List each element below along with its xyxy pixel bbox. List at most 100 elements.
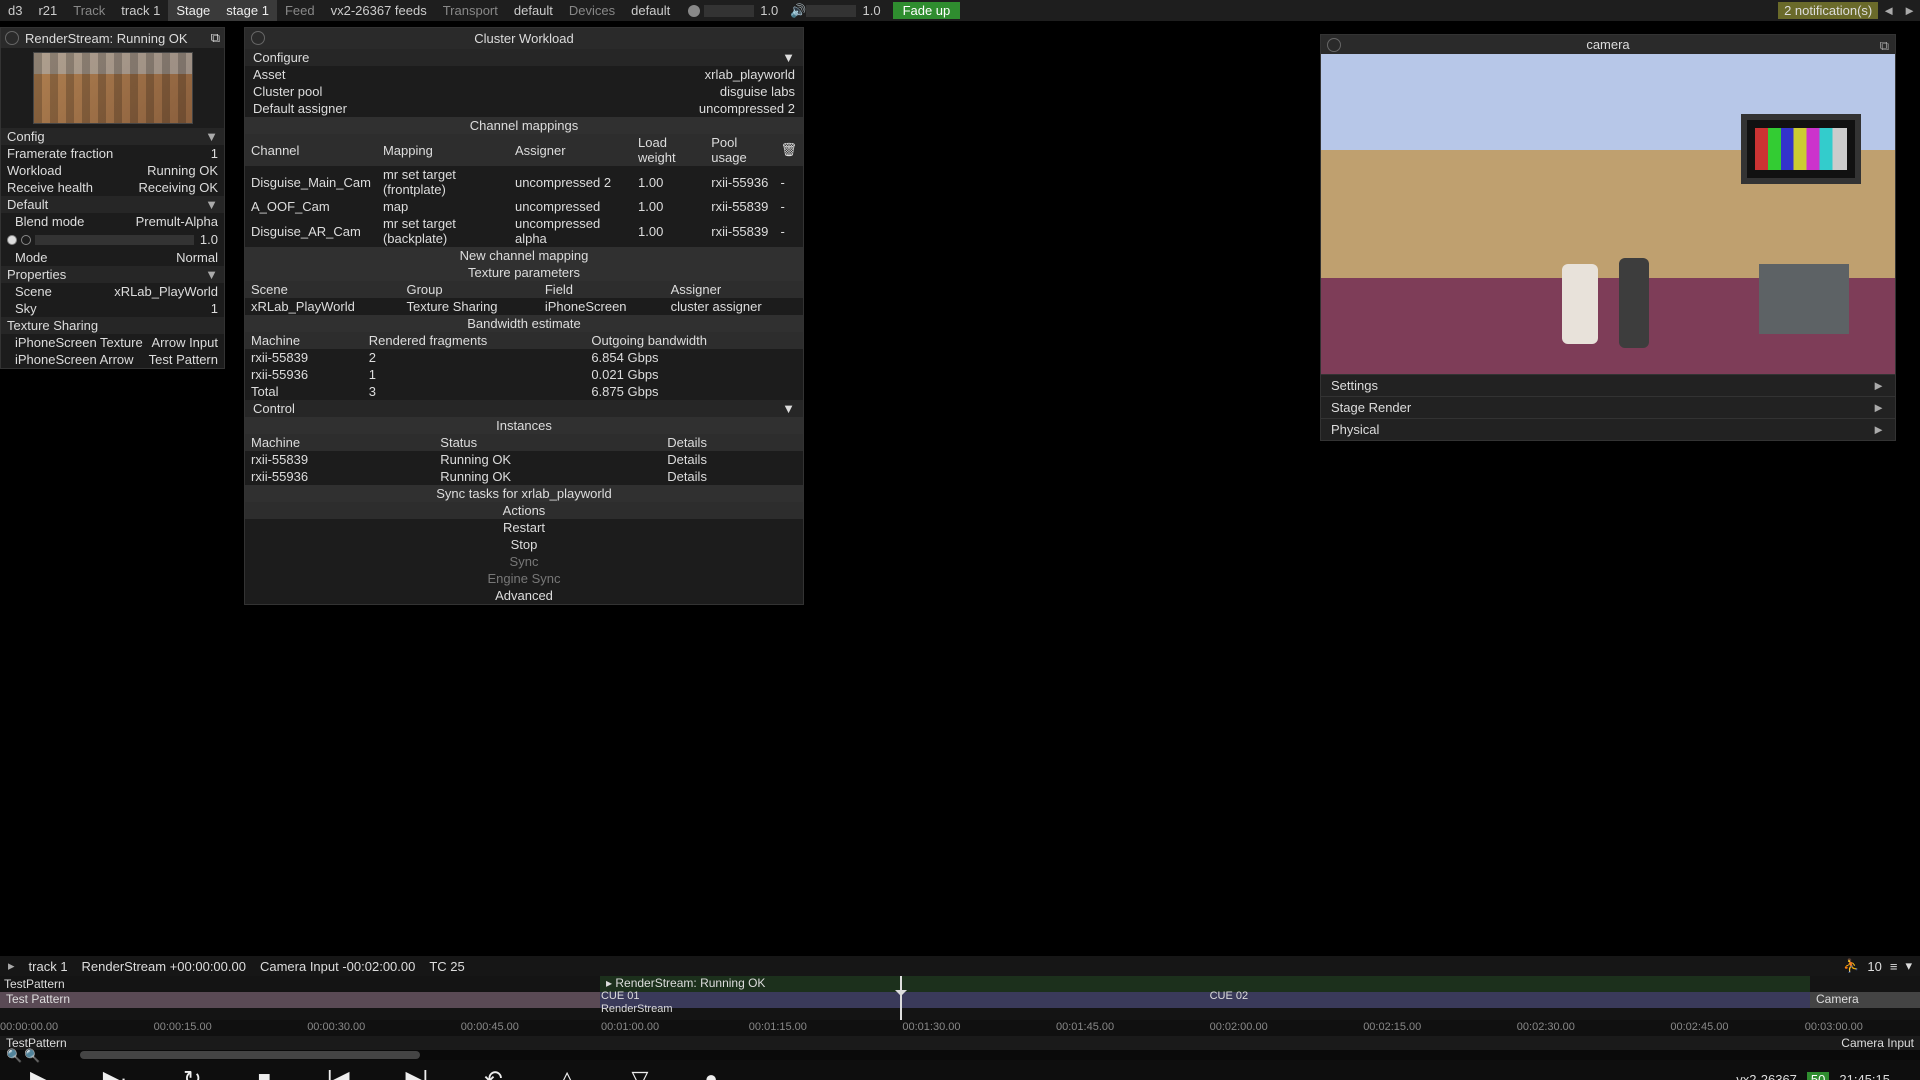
tick: 00:03:00.00: [1805, 1021, 1863, 1033]
restart-button[interactable]: Restart: [245, 519, 803, 536]
menu-r21[interactable]: r21: [30, 0, 65, 21]
workload-row[interactable]: WorkloadRunning OK: [1, 162, 224, 179]
timeline-footer-labels: TestPattern Camera Input: [0, 1036, 1920, 1050]
timeline-scrollbar[interactable]: 🔍 🔍: [0, 1050, 1920, 1060]
camera-preview[interactable]: [1321, 54, 1895, 374]
tick: 00:01:15.00: [749, 1021, 807, 1033]
engine-sync-button[interactable]: Engine Sync: [245, 570, 803, 587]
preview-test-panel: [1741, 114, 1861, 184]
receive-health-row[interactable]: Receive healthReceiving OK: [1, 179, 224, 196]
config-section[interactable]: Config▼: [1, 128, 224, 145]
framerate-row[interactable]: Framerate fraction1: [1, 145, 224, 162]
timeline-camera-bar[interactable]: Camera: [1810, 992, 1920, 1008]
volume-slider[interactable]: 🔊 1.0: [790, 3, 886, 19]
prev-cue-button[interactable]: |◀: [327, 1066, 350, 1080]
default-assigner-row[interactable]: Default assigneruncompressed 2: [245, 100, 803, 117]
close-icon[interactable]: [5, 31, 19, 45]
preview-robot: [1562, 264, 1598, 344]
marker-down-button[interactable]: ▽: [632, 1066, 649, 1080]
play-button[interactable]: ▶: [30, 1066, 47, 1080]
bars-icon[interactable]: ≡: [1890, 959, 1898, 974]
menu-stage-value[interactable]: stage 1: [218, 0, 277, 21]
stop-button[interactable]: ■: [258, 1066, 271, 1080]
table-row[interactable]: xRLab_PlayWorldTexture SharingiPhoneScre…: [245, 298, 803, 315]
camera-window: camera⧉ Settings► Stage Render► Physical…: [1320, 34, 1896, 441]
stage-prop-box: [1217, 517, 1337, 617]
camera-physical-row[interactable]: Physical►: [1321, 418, 1895, 440]
zoom-in-icon[interactable]: 🔍: [24, 1048, 40, 1064]
properties-section[interactable]: Properties▼: [1, 266, 224, 283]
timeline-tracks[interactable]: TestPattern ▸ RenderStream: Running OK T…: [0, 976, 1920, 1020]
scrollbar-thumb[interactable]: [80, 1051, 420, 1059]
renderstream-thumbnail[interactable]: [33, 52, 193, 124]
table-row[interactable]: Disguise_AR_Cammr set target (backplate)…: [245, 215, 803, 247]
sky-row[interactable]: Sky1: [1, 300, 224, 317]
record-button[interactable]: ●: [704, 1066, 717, 1080]
timeline-playhead[interactable]: [900, 976, 902, 1020]
undo-button[interactable]: ↶: [484, 1066, 502, 1080]
track-label-testpattern: TestPattern: [4, 977, 65, 991]
default-section[interactable]: Default▼: [1, 196, 224, 213]
blend-slider[interactable]: 1.0: [7, 232, 218, 247]
brightness-value: 1.0: [754, 3, 784, 18]
table-row[interactable]: A_OOF_Cammapuncompressed1.00rxii-55839-: [245, 198, 803, 215]
cue-01-rs[interactable]: RenderStream: [601, 1003, 673, 1015]
cluster-title: Cluster Workload: [474, 31, 573, 46]
viewport-camera-gizmo[interactable]: camera: [1094, 692, 1131, 732]
control-section[interactable]: Control▼: [245, 400, 803, 417]
blend-mode-row[interactable]: Blend modePremult-Alpha: [1, 213, 224, 230]
menu-bar: d3 r21 Track track 1 Stage stage 1 Feed …: [0, 0, 1920, 21]
timeline-area: ▸ track 1 RenderStream +00:00:00.00 Came…: [0, 956, 1920, 1080]
menu-transport-value[interactable]: default: [506, 0, 561, 21]
menu-track-value[interactable]: track 1: [113, 0, 168, 21]
table-row[interactable]: rxii-55936Running OKDetails: [245, 468, 803, 485]
popout-icon[interactable]: ⧉: [1880, 38, 1889, 54]
cue-01[interactable]: CUE 01: [601, 990, 640, 1002]
sync-button[interactable]: Sync: [245, 553, 803, 570]
configure-section[interactable]: Configure▼: [245, 49, 803, 66]
advanced-button[interactable]: Advanced: [245, 587, 803, 604]
close-icon[interactable]: [1327, 38, 1341, 52]
play-section-button[interactable]: ▶·: [103, 1066, 127, 1080]
preview-prop-box: [1759, 264, 1849, 334]
person-icon[interactable]: ⛹: [1843, 958, 1859, 974]
texture-sharing-section[interactable]: Texture Sharing: [1, 317, 224, 334]
notifications-badge[interactable]: 2 notification(s): [1778, 2, 1878, 19]
timeline-rs-bar[interactable]: ▸ RenderStream: Running OK: [600, 976, 1810, 992]
tick: 00:01:30.00: [902, 1021, 960, 1033]
camera-stage-render-row[interactable]: Stage Render►: [1321, 396, 1895, 418]
stop-button[interactable]: Stop: [245, 536, 803, 553]
texshare-row-2[interactable]: iPhoneScreen ArrowTest Pattern: [1, 351, 224, 368]
mode-row[interactable]: ModeNormal: [1, 249, 224, 266]
popout-icon[interactable]: ⧉: [211, 30, 220, 46]
camera-settings-row[interactable]: Settings►: [1321, 374, 1895, 396]
scene-row[interactable]: ScenexRLab_PlayWorld: [1, 283, 224, 300]
marker-up-button[interactable]: △: [559, 1066, 576, 1080]
loop-button[interactable]: ↻: [183, 1066, 201, 1080]
next-cue-button[interactable]: ▶|: [406, 1066, 429, 1080]
close-icon[interactable]: [251, 31, 265, 45]
trash-icon[interactable]: 🗑: [774, 134, 803, 166]
cluster-pool-row[interactable]: Cluster pooldisguise labs: [245, 83, 803, 100]
sync-tasks-header: Sync tasks for xrlab_playworld: [245, 485, 803, 502]
asset-row[interactable]: Assetxrlab_playworld: [245, 66, 803, 83]
new-channel-mapping[interactable]: New channel mapping: [245, 247, 803, 264]
notif-next-icon[interactable]: ►: [1903, 3, 1916, 18]
brightness-icon: [688, 5, 700, 17]
fade-up-button[interactable]: Fade up: [893, 2, 961, 19]
tick: 00:01:45.00: [1056, 1021, 1114, 1033]
zoom-out-icon[interactable]: 🔍: [6, 1048, 22, 1064]
track-collapse-icon[interactable]: ▸: [8, 958, 15, 974]
menu-d3[interactable]: d3: [0, 0, 30, 21]
timeline-ruler[interactable]: 00:00:00.00 00:00:15.00 00:00:30.00 00:0…: [0, 1020, 1920, 1036]
cue-02[interactable]: CUE 02: [1210, 990, 1249, 1002]
table-row[interactable]: Disguise_Main_Cammr set target (frontpla…: [245, 166, 803, 198]
stage-robot: [893, 483, 949, 633]
notif-prev-icon[interactable]: ◄: [1882, 3, 1895, 18]
brightness-slider[interactable]: 1.0: [684, 3, 784, 18]
table-row[interactable]: rxii-55839Running OKDetails: [245, 451, 803, 468]
texshare-row-1[interactable]: iPhoneScreen TextureArrow Input: [1, 334, 224, 351]
menu-feed-value[interactable]: vx2-26367 feeds: [323, 0, 435, 21]
menu-devices-value[interactable]: default: [623, 0, 678, 21]
chevron-down-icon[interactable]: ▾: [1905, 958, 1912, 974]
